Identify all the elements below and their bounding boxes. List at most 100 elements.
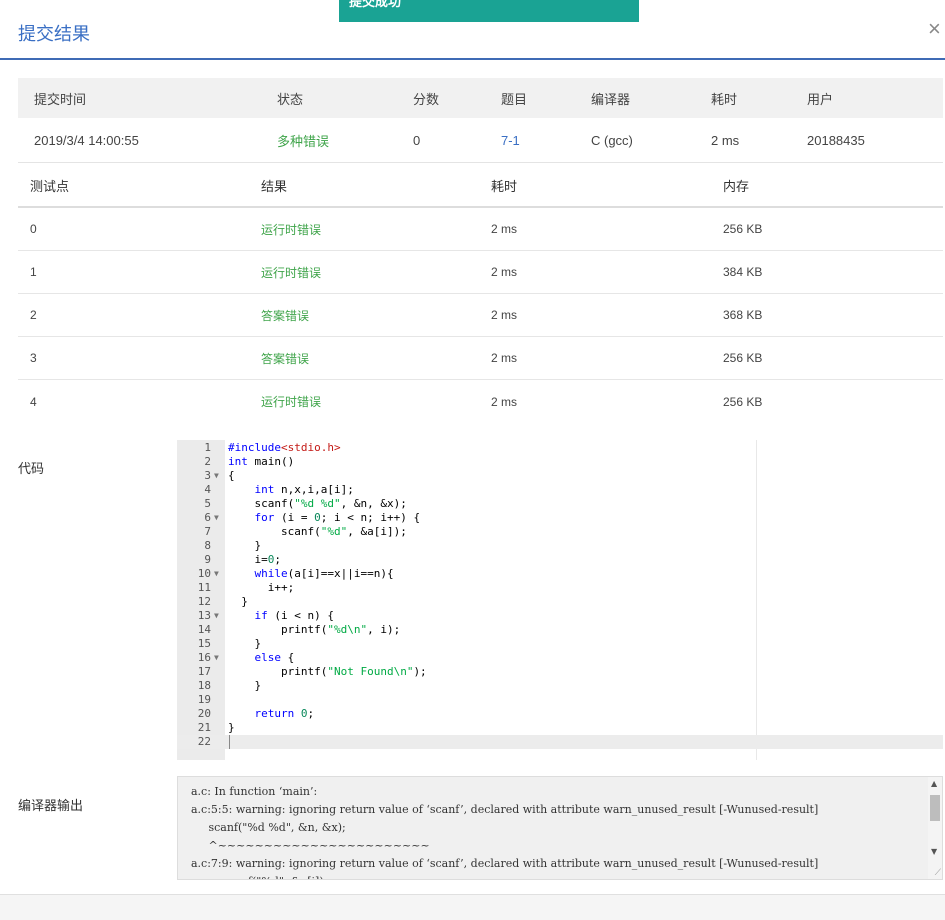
code-text: while(a[i]==x||i==n){ (254, 567, 394, 580)
code-line[interactable]: 17 printf("Not Found\n"); (177, 665, 943, 679)
scroll-thumb[interactable] (930, 795, 940, 821)
toast-text: 提交成功 (349, 0, 402, 9)
test-memory: 256 KB (723, 222, 763, 236)
problem-link[interactable]: 7-1 (501, 118, 520, 162)
line-number: 6 (204, 511, 211, 524)
table-row: 1 运行时错误 2 ms 384 KB (18, 251, 943, 294)
code-line[interactable]: 3 ▼ { (177, 469, 943, 483)
line-number: 3 (204, 469, 211, 482)
success-toast: 提交成功 (339, 0, 639, 22)
code-text: } (228, 721, 235, 734)
test-result: 答案错误 (261, 308, 310, 323)
test-result: 答案错误 (261, 351, 310, 366)
test-memory: 256 KB (723, 351, 763, 365)
line-number: 10 (197, 567, 211, 580)
duration-value: 2 ms (711, 132, 740, 148)
test-time: 2 ms (491, 222, 518, 236)
code-text: } (228, 637, 262, 650)
code-text: i++; (228, 581, 295, 594)
test-time: 2 ms (491, 265, 518, 279)
output-line: scanf("%d", &a[i]); (191, 875, 327, 879)
code-line[interactable]: 10 ▼ while(a[i]==x||i==n){ (177, 567, 943, 581)
output-line: scanf("%d %d", &n, &x); (191, 821, 346, 834)
dialog-title: 提交结果 (18, 24, 90, 44)
fold-toggle-icon[interactable]: ▼ (214, 511, 219, 525)
code-line[interactable]: 4 int n,x,i,a[i]; (177, 483, 943, 497)
compiler-value: C (gcc) (591, 132, 633, 148)
test-id: 1 (30, 265, 37, 279)
test-id: 2 (30, 308, 37, 322)
scroll-up-icon[interactable]: ▲ (931, 779, 937, 788)
table-row: 4 运行时错误 2 ms 256 KB (18, 380, 943, 423)
header-problem: 题目 (501, 91, 528, 107)
test-memory: 368 KB (723, 308, 763, 322)
header-memory: 内存 (723, 178, 750, 194)
test-memory: 256 KB (723, 394, 763, 409)
header-result: 结果 (261, 178, 288, 194)
code-text: printf("%d\n", i); (228, 623, 401, 636)
test-id: 3 (30, 351, 37, 365)
line-number: 21 (197, 721, 211, 734)
table-row: 2 答案错误 2 ms 368 KB (18, 294, 943, 337)
code-line[interactable]: 15 } (177, 637, 943, 651)
code-line[interactable]: 20 return 0; (177, 707, 943, 721)
header-submit-time: 提交时间 (34, 91, 87, 107)
code-text: int main() (228, 455, 295, 468)
code-text: i=0; (228, 553, 281, 566)
code-line[interactable]: 12 } (177, 595, 943, 609)
line-number: 11 (197, 581, 211, 594)
submit-time: 2019/3/4 14:00:55 (34, 132, 139, 148)
code-text: } (228, 595, 248, 608)
code-line[interactable]: 22 (177, 735, 943, 749)
code-line[interactable]: 13 ▼ if (i < n) { (177, 609, 943, 623)
test-points-table: 测试点 结果 耗时 内存 0 运行时错误 2 ms 256 KB 1 运行时错误… (18, 164, 943, 423)
close-icon[interactable]: × (928, 18, 941, 40)
fold-toggle-icon[interactable]: ▼ (214, 609, 219, 623)
code-line[interactable]: 19 (177, 693, 943, 707)
resize-handle-icon[interactable]: ⟋ (935, 868, 941, 878)
submission-summary-table: 提交时间 状态 分数 题目 编译器 耗时 用户 2019/3/4 14:00:5… (18, 78, 943, 163)
code-line[interactable]: 2 int main() (177, 455, 943, 469)
compiler-output-textarea[interactable]: scanf("%d", &a[i]); a.c:7:9: warning: ign… (177, 776, 943, 880)
code-text: if (i < n) { (254, 609, 334, 622)
fold-toggle-icon[interactable]: ▼ (214, 651, 219, 665)
code-line[interactable]: 18 } (177, 679, 943, 693)
page-footer (0, 894, 945, 920)
code-line[interactable]: 1 #include<stdio.h> (177, 441, 943, 455)
code-line[interactable]: 11 i++; (177, 581, 943, 595)
code-text: else { (254, 651, 295, 664)
code-text: int n,x,i,a[i]; (254, 483, 354, 496)
fold-toggle-icon[interactable]: ▼ (214, 567, 219, 581)
summary-header-row: 提交时间 状态 分数 题目 编译器 耗时 用户 (18, 78, 943, 118)
code-line[interactable]: 6 ▼ for (i = 0; i < n; i++) { (177, 511, 943, 525)
code-editor[interactable]: 1 #include<stdio.h> 2 int main() 3 ▼{4 int n,… (177, 440, 943, 760)
output-line: a.c:7:9: warning: ignoring return value … (191, 857, 819, 870)
code-line[interactable]: 16 ▼ else { (177, 651, 943, 665)
code-line[interactable]: 5 scanf("%d %d", &n, &x); (177, 497, 943, 511)
table-row: 0 运行时错误 2 ms 256 KB (18, 208, 943, 251)
line-number: 12 (197, 595, 211, 608)
summary-row: 2019/3/4 14:00:55 多种错误 0 7-1 C (gcc) 2 m… (18, 118, 943, 163)
tests-header-row: 测试点 结果 耗时 内存 (18, 164, 943, 208)
code-line[interactable]: 9 i=0; (177, 553, 943, 567)
fold-toggle-icon[interactable]: ▼ (214, 469, 219, 483)
output-line: a.c: In function ‘main’: (191, 785, 318, 798)
header-user: 用户 (807, 91, 834, 107)
code-line[interactable]: 14 printf("%d\n", i); (177, 623, 943, 637)
code-line[interactable]: 7 scanf("%d", &a[i]); (177, 525, 943, 539)
test-memory: 384 KB (723, 265, 763, 279)
header-score: 分数 (413, 91, 440, 107)
output-scrollbar[interactable]: ▲ ▼ (928, 777, 942, 879)
scroll-down-icon[interactable]: ▼ (931, 847, 937, 856)
line-number: 5 (204, 497, 211, 510)
header-time: 耗时 (491, 178, 518, 194)
test-result: 运行时错误 (261, 395, 322, 409)
compiler-output-label: 编译器输出 (18, 798, 84, 813)
code-line[interactable]: 21} (177, 721, 943, 735)
test-time: 2 ms (491, 351, 518, 365)
line-number: 14 (197, 623, 211, 636)
code-text: } (228, 539, 262, 552)
code-line[interactable]: 8 } (177, 539, 943, 553)
submission-result-dialog: 提交结果 × 提交成功 提交时间 状态 分数 题目 编译器 耗时 用户 2019… (0, 0, 945, 894)
test-result: 运行时错误 (261, 222, 322, 237)
